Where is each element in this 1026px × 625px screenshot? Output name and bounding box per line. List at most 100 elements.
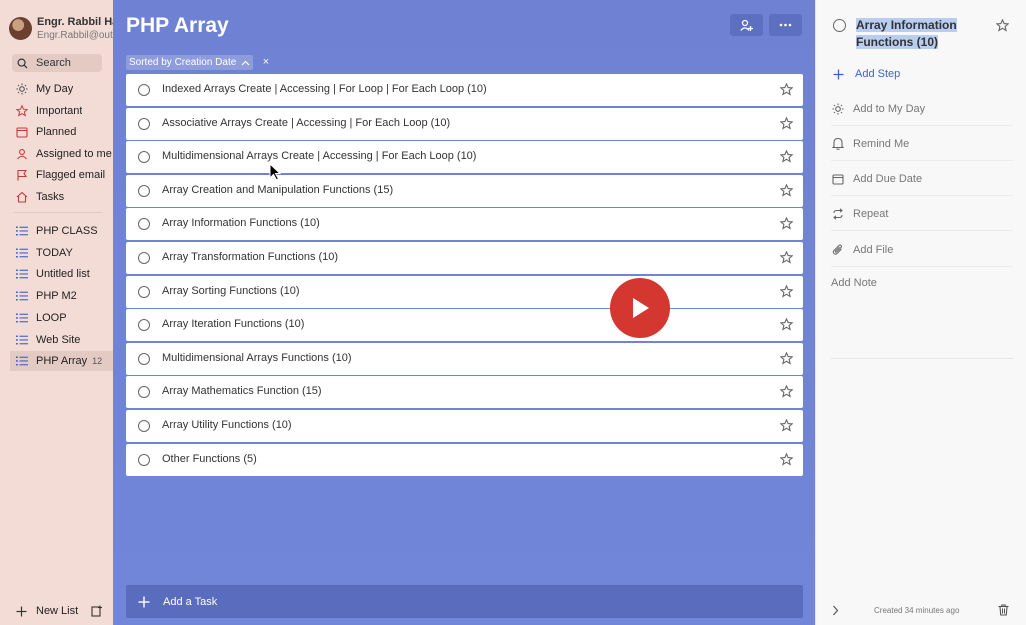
sidebar-list-loop[interactable]: LOOP <box>16 308 113 328</box>
sidebar-item-my-day[interactable]: My Day <box>16 79 113 99</box>
divider <box>831 358 1013 359</box>
video-play-button[interactable] <box>610 278 670 338</box>
mouse-cursor <box>269 163 281 181</box>
task-row[interactable]: Other Functions (5) <box>126 443 803 476</box>
task-complete-checkbox[interactable] <box>138 84 150 96</box>
profile[interactable]: Engr. Rabbil Hasan Engr.Rabbil@outlook.c… <box>9 16 113 44</box>
complete-task-checkbox[interactable] <box>833 19 846 32</box>
sort-indicator[interactable]: Sorted by Creation Date <box>126 55 254 70</box>
sun-icon <box>16 83 28 95</box>
avatar <box>9 17 32 40</box>
new-group-icon[interactable] <box>91 605 103 617</box>
star-icon[interactable] <box>780 318 793 331</box>
task-complete-checkbox[interactable] <box>138 218 150 231</box>
star-icon[interactable] <box>780 351 793 365</box>
task-row[interactable]: Array Creation and Manipulation Function… <box>126 174 803 207</box>
add-note-field[interactable]: Add Note <box>831 277 877 289</box>
star-icon[interactable] <box>780 150 793 163</box>
star-icon[interactable] <box>780 83 793 96</box>
task-title: Array Creation and Manipulation Function… <box>162 183 394 196</box>
search-label: Search <box>36 57 71 69</box>
sidebar-list-php-array[interactable]: PHP Array 12 <box>10 351 113 371</box>
sidebar-list-today[interactable]: TODAY <box>16 243 113 263</box>
sidebar-item-tasks[interactable]: Tasks <box>16 187 113 207</box>
star-icon[interactable] <box>780 385 793 398</box>
star-icon <box>16 105 28 117</box>
task-title: Array Information Functions (10) <box>162 217 320 230</box>
task-complete-checkbox[interactable] <box>138 251 150 264</box>
home-icon <box>16 191 28 203</box>
add-step-button[interactable]: Add Step <box>831 57 1013 91</box>
task-row[interactable]: Array Mathematics Function (15) <box>126 376 803 409</box>
task-complete-checkbox[interactable] <box>138 285 150 298</box>
list-icon <box>16 312 28 324</box>
add-to-my-day-button[interactable]: Add to My Day <box>831 92 1013 126</box>
sidebar-item-important[interactable]: Important <box>16 101 113 121</box>
task-title-line: Functions (10) <box>856 35 939 49</box>
star-icon[interactable] <box>780 284 793 298</box>
sidebar-list-untitled[interactable]: Untitled list <box>16 264 113 284</box>
sidebar-item-label: Tasks <box>36 191 65 203</box>
remind-me-button[interactable]: Remind Me <box>831 127 1013 161</box>
star-icon[interactable] <box>780 418 793 432</box>
plus-icon <box>138 596 150 608</box>
add-task-label: Add a Task <box>163 595 218 608</box>
task-complete-checkbox[interactable] <box>138 184 150 197</box>
sidebar-item-label: Planned <box>36 126 77 138</box>
sidebar-list-web-site[interactable]: Web Site <box>16 330 113 350</box>
new-list-button[interactable]: New List <box>16 603 106 619</box>
add-step-label: Add Step <box>855 68 901 80</box>
clear-sort-icon[interactable]: × <box>260 56 272 68</box>
task-complete-checkbox[interactable] <box>138 419 150 432</box>
task-detail-panel: Array Information Functions (10) Add Ste… <box>815 0 1026 625</box>
task-row[interactable]: Indexed Arrays Create | Accessing | For … <box>126 74 803 106</box>
list-icon <box>16 225 28 237</box>
star-icon[interactable] <box>996 19 1009 32</box>
sidebar-list-label: PHP M2 <box>36 290 77 302</box>
profile-name: Engr. Rabbil Hasan <box>37 16 113 28</box>
task-row[interactable]: Associative Arrays Create | Accessing | … <box>126 107 803 140</box>
task-title: Indexed Arrays Create | Accessing | For … <box>162 83 487 95</box>
task-row[interactable]: Multidimensional Arrays Functions (10) <box>126 342 803 375</box>
sidebar-item-assigned[interactable]: Assigned to me <box>16 144 113 164</box>
paperclip-icon <box>831 243 845 257</box>
flag-icon <box>16 169 28 181</box>
star-icon[interactable] <box>780 183 793 197</box>
share-button[interactable] <box>730 14 763 36</box>
sidebar-list-php-m2[interactable]: PHP M2 <box>16 286 113 306</box>
task-complete-checkbox[interactable] <box>138 386 150 399</box>
task-row[interactable]: Array Transformation Functions (10) <box>126 241 803 274</box>
sidebar-list-label: LOOP <box>36 312 67 324</box>
main-panel: PHP Array Sorted by Creation Date × Inde… <box>113 0 815 625</box>
sidebar-list-php-class[interactable]: PHP CLASS <box>16 221 113 241</box>
chevron-right-icon[interactable] <box>832 605 839 616</box>
task-complete-checkbox[interactable] <box>138 319 150 332</box>
task-title[interactable]: Array Information Functions (10) <box>856 17 986 51</box>
task-complete-checkbox[interactable] <box>138 453 150 466</box>
add-due-date-button[interactable]: Add Due Date <box>831 162 1013 196</box>
sidebar-item-flagged[interactable]: Flagged email <box>16 165 113 185</box>
task-row[interactable]: Array Sorting Functions (10) <box>126 275 803 308</box>
star-icon[interactable] <box>780 452 793 466</box>
add-file-button[interactable]: Add File <box>831 233 1013 267</box>
task-title: Array Utility Functions (10) <box>162 418 292 431</box>
trash-icon[interactable] <box>998 604 1009 616</box>
search-box[interactable]: Search <box>12 54 102 72</box>
task-complete-checkbox[interactable] <box>138 151 150 164</box>
task-row[interactable]: Array Iteration Functions (10) <box>126 309 803 342</box>
add-task-input[interactable]: Add a Task <box>126 585 803 618</box>
more-options-button[interactable] <box>769 14 802 36</box>
task-row[interactable]: Array Information Functions (10) <box>126 208 803 241</box>
task-title-line: Array Information <box>856 18 957 32</box>
calendar-icon <box>16 126 28 138</box>
task-complete-checkbox[interactable] <box>138 352 150 365</box>
task-row[interactable]: Array Utility Functions (10) <box>126 409 803 442</box>
sidebar-item-planned[interactable]: Planned <box>16 122 113 142</box>
repeat-button[interactable]: Repeat <box>831 197 1013 231</box>
list-icon <box>16 290 28 302</box>
star-icon[interactable] <box>780 217 793 230</box>
star-icon[interactable] <box>780 250 793 264</box>
task-complete-checkbox[interactable] <box>138 117 150 130</box>
star-icon[interactable] <box>780 116 793 130</box>
task-row[interactable]: Multidimensional Arrays Create | Accessi… <box>126 141 803 174</box>
